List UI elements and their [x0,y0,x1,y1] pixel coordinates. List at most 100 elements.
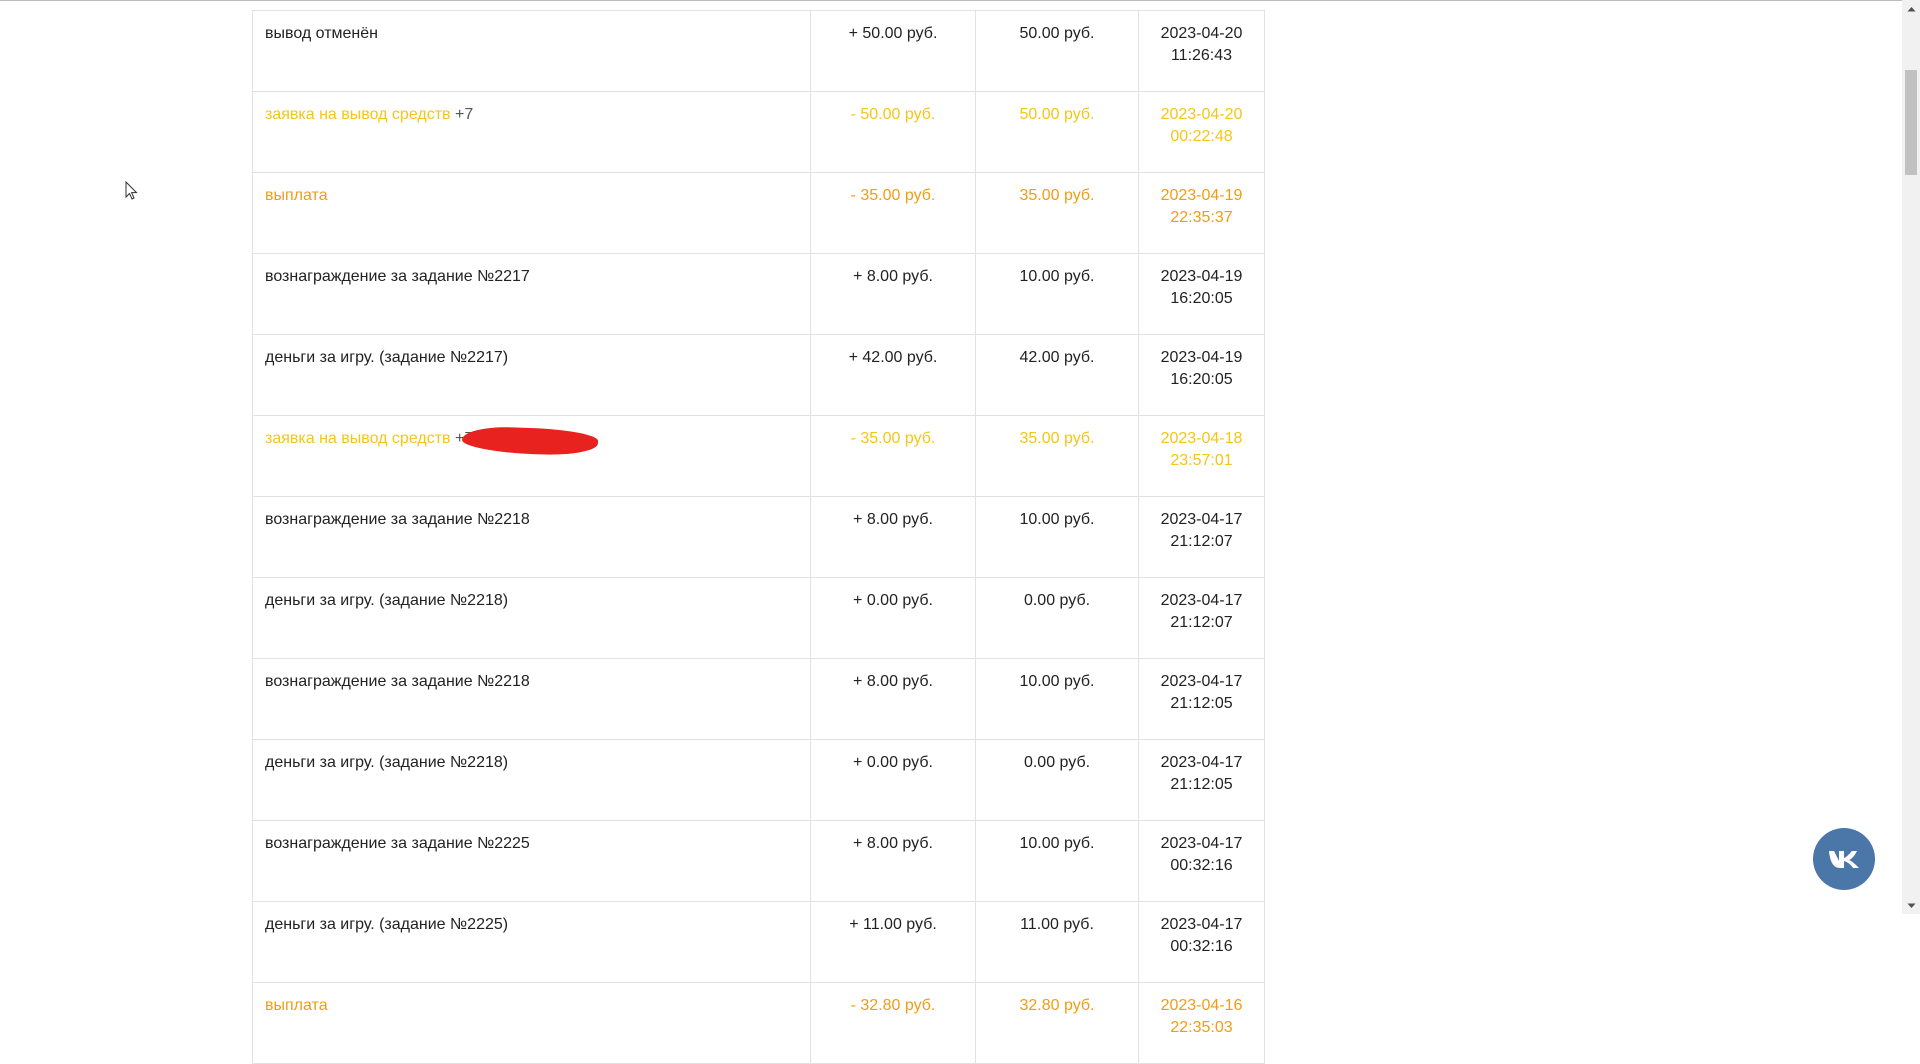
table-row: вывод отменён + 50.00 руб. 50.00 руб. 20… [252,10,1265,92]
transaction-amount: + 0.00 руб. [853,592,933,609]
transaction-balance: 50.00 руб. [1019,106,1095,123]
transaction-balance-cell: 50.00 руб. [975,91,1139,173]
transaction-balance: 10.00 руб. [1019,511,1095,528]
transaction-datetime-cell: 2023-04-17 21:12:05 [1138,658,1265,740]
redaction-mark [461,425,599,457]
transaction-amount-cell: + 50.00 руб. [810,10,976,92]
table-row: деньги за игру. (задание №2218) + 0.00 р… [252,739,1265,821]
transaction-amount-cell: - 50.00 руб. [810,91,976,173]
transaction-time: 21:12:05 [1170,776,1233,793]
transaction-time: 21:12:07 [1170,614,1233,631]
transaction-datetime-cell: 2023-04-19 16:20:05 [1138,334,1265,416]
transaction-datetime-cell: 2023-04-20 11:26:43 [1138,10,1265,92]
transaction-datetime-cell: 2023-04-17 21:12:07 [1138,577,1265,659]
history-table: вывод отменён + 50.00 руб. 50.00 руб. 20… [252,10,1265,1064]
transaction-amount-cell: + 8.00 руб. [810,820,976,902]
transaction-description-cell: вывод отменён [252,10,811,92]
transaction-time: 00:32:16 [1170,938,1233,955]
history-table-body: вывод отменён + 50.00 руб. 50.00 руб. 20… [252,10,1265,1064]
transaction-datetime-cell: 2023-04-20 00:22:48 [1138,91,1265,173]
transaction-balance-cell: 10.00 руб. [975,658,1139,740]
transaction-date: 2023-04-19 [1160,268,1243,285]
transaction-history: вывод отменён + 50.00 руб. 50.00 руб. 20… [252,10,1265,1064]
transaction-amount: + 11.00 руб. [849,916,937,933]
transaction-description-cell: вознаграждение за задание №2218 [252,496,811,578]
transaction-balance-cell: 10.00 руб. [975,820,1139,902]
phone-number: +7 [454,106,474,123]
transaction-amount-cell: - 35.00 руб. [810,415,976,497]
transaction-description-cell: выплата [252,172,811,254]
transaction-date: 2023-04-16 [1160,997,1243,1014]
transaction-description: вознаграждение за задание №2225 [265,835,530,852]
transaction-balance: 0.00 руб. [1023,754,1091,771]
transaction-balance: 32.80 руб. [1019,997,1095,1014]
transaction-amount-cell: + 8.00 руб. [810,496,976,578]
transaction-balance: 11.00 руб. [1020,916,1094,933]
transaction-amount-cell: + 0.00 руб. [810,739,976,821]
scroll-up-button[interactable] [1902,0,1920,17]
transaction-amount-cell: + 0.00 руб. [810,577,976,659]
transaction-amount: + 0.00 руб. [853,754,933,771]
transaction-balance-cell: 10.00 руб. [975,496,1139,578]
vk-logo-icon [1829,851,1859,868]
transaction-balance-cell: 50.00 руб. [975,10,1139,92]
mouse-pointer-icon [125,181,138,200]
transaction-time: 21:12:07 [1170,533,1233,550]
transaction-datetime-cell: 2023-04-17 00:32:16 [1138,820,1265,902]
transaction-time: 11:26:43 [1170,47,1233,64]
transaction-time: 22:35:03 [1170,1019,1233,1036]
vk-widget-button[interactable] [1813,828,1875,890]
scroll-down-button[interactable] [1902,897,1920,914]
chevron-up-icon [1907,6,1915,11]
transaction-description-cell: деньги за игру. (задание №2218) [252,577,811,659]
vertical-scrollbar[interactable] [1902,0,1920,914]
transaction-date: 2023-04-17 [1160,916,1243,933]
scrollbar-thumb[interactable] [1905,70,1917,175]
transaction-amount-cell: - 32.80 руб. [810,982,976,1064]
transaction-amount-cell: + 42.00 руб. [810,334,976,416]
transaction-description: заявка на вывод средств [265,430,451,447]
transaction-time: 21:12:05 [1170,695,1233,712]
transaction-balance: 35.00 руб. [1019,187,1095,204]
transaction-description: заявка на вывод средств [265,106,451,123]
table-row: вознаграждение за задание №2218 + 8.00 р… [252,658,1265,740]
transaction-date: 2023-04-19 [1160,187,1243,204]
transaction-amount: - 50.00 руб. [850,106,936,123]
transaction-amount-cell: - 35.00 руб. [810,172,976,254]
phone-number: +7 [455,425,599,457]
transaction-date: 2023-04-20 [1160,25,1243,42]
transaction-time: 22:35:37 [1170,209,1233,226]
table-row: вознаграждение за задание №2225 + 8.00 р… [252,820,1265,902]
transaction-date: 2023-04-18 [1160,430,1243,447]
transaction-description-cell: заявка на вывод средств +7 [252,91,811,173]
transaction-balance: 35.00 руб. [1019,430,1095,447]
transaction-description: выплата [265,187,328,204]
transaction-description-cell: вознаграждение за задание №2217 [252,253,811,335]
transaction-balance: 42.00 руб. [1019,349,1095,366]
transaction-description-cell: заявка на вывод средств +7 [252,415,811,497]
transaction-balance: 10.00 руб. [1019,835,1095,852]
transaction-description: вознаграждение за задание №2217 [265,268,530,285]
transaction-balance-cell: 42.00 руб. [975,334,1139,416]
table-row: вознаграждение за задание №2217 + 8.00 р… [252,253,1265,335]
transaction-date: 2023-04-17 [1160,754,1243,771]
transaction-time: 00:32:16 [1170,857,1233,874]
transaction-datetime-cell: 2023-04-17 21:12:05 [1138,739,1265,821]
transaction-balance-cell: 0.00 руб. [975,739,1139,821]
transaction-time: 16:20:05 [1170,290,1233,307]
table-row: выплата - 32.80 руб. 32.80 руб. 2023-04-… [252,982,1265,1064]
transaction-date: 2023-04-17 [1160,511,1243,528]
transaction-datetime-cell: 2023-04-16 22:35:03 [1138,982,1265,1064]
transaction-time: 16:20:05 [1170,371,1233,388]
table-row: заявка на вывод средств +7 - 50.00 руб. … [252,91,1265,173]
transaction-description-cell: выплата [252,982,811,1064]
transaction-amount: + 8.00 руб. [853,268,933,285]
transaction-datetime-cell: 2023-04-19 16:20:05 [1138,253,1265,335]
transaction-amount-cell: + 8.00 руб. [810,253,976,335]
transaction-amount: + 8.00 руб. [853,511,933,528]
table-row: деньги за игру. (задание №2218) + 0.00 р… [252,577,1265,659]
transaction-datetime-cell: 2023-04-19 22:35:37 [1138,172,1265,254]
transaction-amount: + 8.00 руб. [853,835,933,852]
transaction-time: 23:57:01 [1170,452,1233,469]
transaction-date: 2023-04-17 [1160,592,1243,609]
